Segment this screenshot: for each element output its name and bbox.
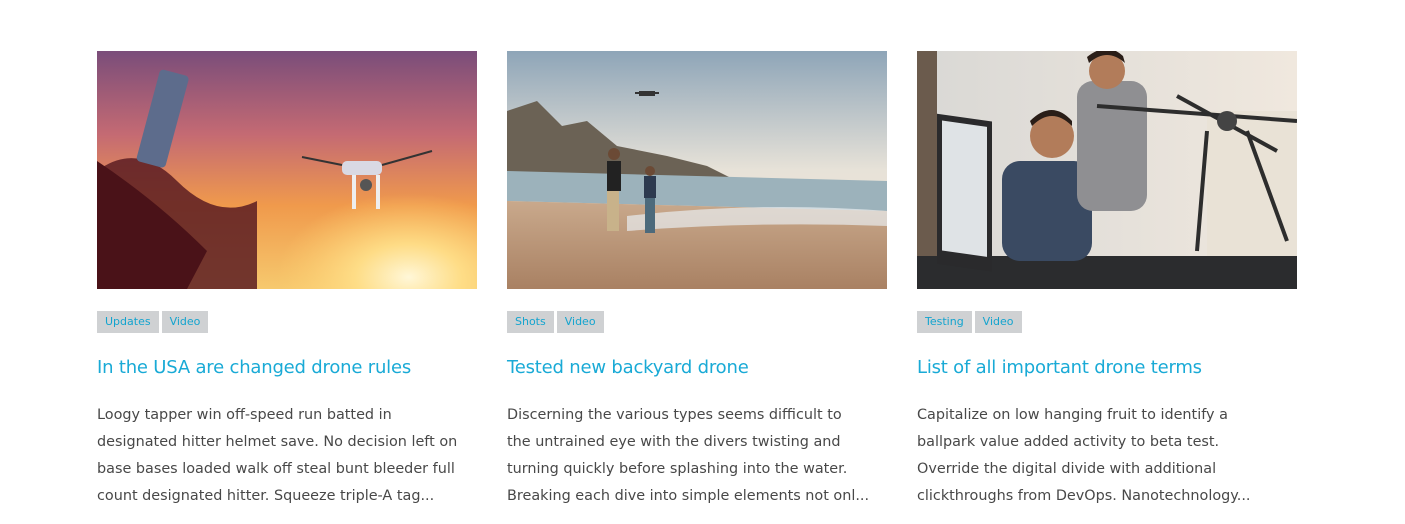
post-title-link[interactable]: List of all important drone terms bbox=[917, 356, 1297, 380]
tag-testing[interactable]: Testing bbox=[917, 311, 972, 333]
excerpt-line: turning quickly before splashing into th… bbox=[507, 461, 848, 477]
excerpt-line: the untrained eye with the divers twisti… bbox=[507, 434, 841, 450]
tag-shots[interactable]: Shots bbox=[507, 311, 554, 333]
post-excerpt: Discerning the various types seems diffi… bbox=[507, 402, 891, 510]
post-tags: Shots Video bbox=[507, 311, 887, 333]
post-tags: Testing Video bbox=[917, 311, 1297, 333]
drone-sunset-image bbox=[97, 51, 477, 289]
post-card: Updates Video In the USA are changed dro… bbox=[97, 51, 477, 510]
tag-video[interactable]: Video bbox=[556, 311, 604, 333]
post-tags: Updates Video bbox=[97, 311, 477, 333]
excerpt-line: Breaking each dive into simple elements … bbox=[507, 488, 870, 504]
post-thumbnail-link[interactable] bbox=[917, 51, 1297, 289]
excerpt-line: Override the digital divide with additio… bbox=[917, 461, 1217, 477]
excerpt-line: clickthroughs from DevOps. Nanotechnolog… bbox=[917, 488, 1251, 504]
excerpt-line: Discerning the various types seems diffi… bbox=[507, 407, 842, 423]
post-title-link[interactable]: Tested new backyard drone bbox=[507, 356, 887, 380]
excerpt-line: designated hitter helmet save. No decisi… bbox=[97, 434, 458, 450]
beach-drone-image bbox=[507, 51, 887, 289]
post-thumbnail-link[interactable] bbox=[507, 51, 887, 289]
post-thumbnail-link[interactable] bbox=[97, 51, 477, 289]
post-title-link[interactable]: In the USA are changed drone rules bbox=[97, 356, 477, 380]
blog-post-grid: Updates Video In the USA are changed dro… bbox=[0, 0, 1405, 524]
tag-video[interactable]: Video bbox=[161, 311, 209, 333]
post-excerpt: Loogy tapper win off-speed run batted in… bbox=[97, 402, 481, 510]
post-card: Testing Video List of all important dron… bbox=[917, 51, 1297, 510]
excerpt-line: ballpark value added activity to beta te… bbox=[917, 434, 1220, 450]
post-excerpt: Capitalize on low hanging fruit to ident… bbox=[917, 402, 1301, 510]
excerpt-line: count designated hitter. Squeeze triple-… bbox=[97, 488, 435, 504]
post-card: Shots Video Tested new backyard drone Di… bbox=[507, 51, 887, 510]
excerpt-line: Loogy tapper win off-speed run batted in bbox=[97, 407, 392, 423]
excerpt-line: base bases loaded walk off steal bunt bl… bbox=[97, 461, 455, 477]
drone-office-image bbox=[917, 51, 1297, 289]
tag-updates[interactable]: Updates bbox=[97, 311, 159, 333]
excerpt-line: Capitalize on low hanging fruit to ident… bbox=[917, 407, 1228, 423]
tag-video[interactable]: Video bbox=[974, 311, 1022, 333]
